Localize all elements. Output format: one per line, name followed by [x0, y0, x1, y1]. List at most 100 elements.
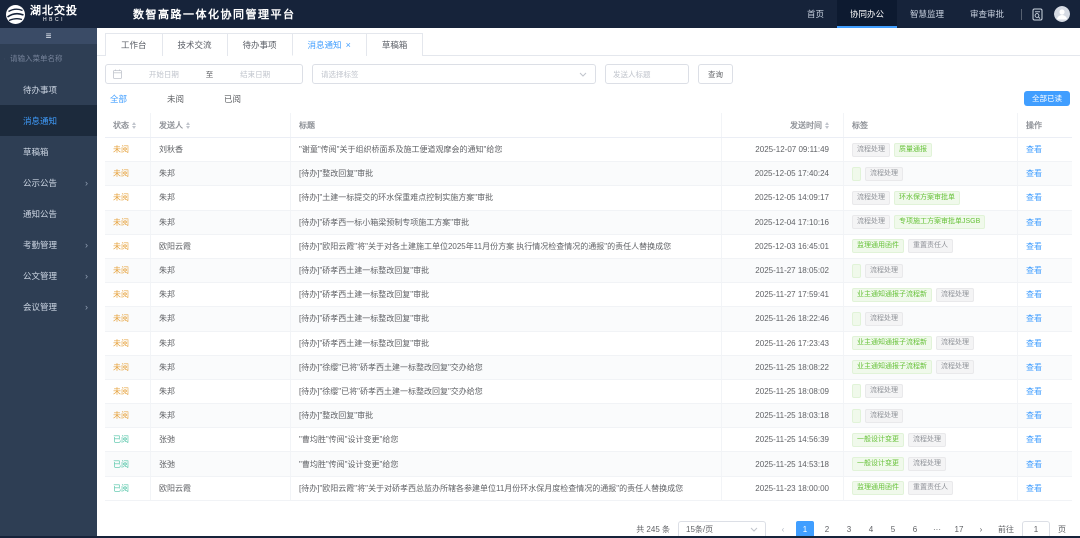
time-cell: 2025-11-26 17:23:43	[722, 332, 844, 355]
action-cell: 查看	[1018, 283, 1072, 306]
action-cell: 查看	[1018, 428, 1072, 451]
action-cell: 查看	[1018, 356, 1072, 379]
view-link[interactable]: 查看	[1026, 459, 1042, 470]
tab-label: 工作台	[121, 39, 147, 51]
nav-item-home[interactable]: 首页	[794, 0, 837, 28]
sidebar-item-notice[interactable]: 通知公告	[0, 198, 97, 229]
view-link[interactable]: 查看	[1026, 241, 1042, 252]
user-avatar[interactable]	[1054, 6, 1070, 22]
close-icon[interactable]: ×	[346, 40, 351, 50]
tab-todo[interactable]: 待办事项	[227, 33, 292, 56]
status-badge: 已阅	[113, 434, 129, 445]
keyword-input[interactable]	[608, 70, 686, 79]
table-row: 未阅朱邦[待办]"硚孝西一标小箱梁预制专项施工方案"审批2025-12-04 1…	[105, 211, 1072, 235]
view-link[interactable]: 查看	[1026, 168, 1042, 179]
view-link[interactable]: 查看	[1026, 483, 1042, 494]
status-badge: 已阅	[113, 483, 129, 494]
sidebar-search-input[interactable]	[8, 53, 92, 64]
status-cell: 未阅	[105, 356, 151, 379]
nav-item-review-approval[interactable]: 审查审批	[957, 0, 1017, 28]
tag-info: 流程处理	[865, 384, 903, 398]
view-link[interactable]: 查看	[1026, 289, 1042, 300]
range-separator: 至	[206, 69, 214, 80]
title-cell: [待办]"硚孝西土建一标整改回复"审批	[291, 259, 722, 282]
tags-cell: 流程处理	[844, 259, 1018, 282]
nav-item-smart-supervision[interactable]: 智慧监理	[897, 0, 957, 28]
view-link[interactable]: 查看	[1026, 144, 1042, 155]
sidebar-item-public-notice[interactable]: 公示公告›	[0, 167, 97, 198]
title-cell: [待办]"欧阳云霞"将"关于对各土建施工单位2025年11月份方案 执行情况检查…	[291, 235, 722, 258]
status-badge: 未阅	[113, 144, 129, 155]
sort-icon[interactable]	[186, 122, 190, 129]
tab-tech-exchange[interactable]: 技术交流	[162, 33, 227, 56]
table-row: 已阅张弛"曹均胜"传阅"设计变更"给您2025-11-25 14:53:18一般…	[105, 452, 1072, 476]
tag-success: 一般设计变更	[852, 433, 904, 447]
sidebar-item-official-doc[interactable]: 公文管理›	[0, 260, 97, 291]
goto-label: 前往	[998, 524, 1014, 535]
tags-cell: 监理通用函件重置责任人	[844, 235, 1018, 258]
tab-label: 待办事项	[243, 39, 277, 51]
time-cell: 2025-11-27 17:59:41	[722, 283, 844, 306]
action-cell: 查看	[1018, 307, 1072, 330]
title-cell: [待办]"土建一标提交的环水保重难点控制实施方案"审批	[291, 186, 722, 209]
view-tab-all[interactable]: 全部	[110, 93, 127, 105]
sidebar-item-meeting[interactable]: 会议管理›	[0, 291, 97, 322]
column-header-0[interactable]: 状态	[105, 113, 151, 137]
view-link[interactable]: 查看	[1026, 265, 1042, 276]
view-link[interactable]: 查看	[1026, 386, 1042, 397]
view-link[interactable]: 查看	[1026, 338, 1042, 349]
tag-success: 环水保方案审批单	[894, 191, 960, 205]
tag-select[interactable]: 请选择标签	[312, 64, 596, 84]
tag-info: 流程处理	[908, 433, 946, 447]
tag-success: 监理通用函件	[852, 481, 904, 495]
sidebar-item-todo[interactable]: 待办事项	[0, 74, 97, 105]
column-header-1[interactable]: 发送人	[151, 113, 291, 137]
sender-cell: 朱邦	[151, 186, 291, 209]
tag-info: 流程处理	[852, 191, 890, 205]
title-cell: [待办]"硚孝西土建一标整改回复"审批	[291, 283, 722, 306]
sort-icon[interactable]	[825, 122, 829, 129]
tags-cell: 流程处理环水保方案审批单	[844, 186, 1018, 209]
sort-icon[interactable]	[132, 122, 136, 129]
status-cell: 已阅	[105, 452, 151, 475]
view-link[interactable]: 查看	[1026, 434, 1042, 445]
mark-all-read-button[interactable]: 全部已读	[1024, 91, 1070, 106]
tags-cell: 流程处理质量通报	[844, 138, 1018, 161]
view-tab-read[interactable]: 已阅	[224, 93, 241, 105]
tab-messages[interactable]: 消息通知×	[292, 33, 366, 56]
view-link[interactable]: 查看	[1026, 217, 1042, 228]
sender-cell: 朱邦	[151, 332, 291, 355]
sidebar-item-drafts[interactable]: 草稿箱	[0, 136, 97, 167]
date-range-picker[interactable]: 开始日期 至 结束日期	[105, 64, 303, 84]
column-label: 状态	[113, 120, 129, 131]
sidebar-item-label: 考勤管理	[23, 239, 57, 251]
action-cell: 查看	[1018, 380, 1072, 403]
sidebar-collapse-button[interactable]: ≡	[0, 28, 97, 44]
tag-success: 业主通知通报子流程新	[852, 288, 932, 302]
status-badge: 未阅	[113, 168, 129, 179]
view-link[interactable]: 查看	[1026, 313, 1042, 324]
status-cell: 已阅	[105, 477, 151, 500]
sidebar-item-messages[interactable]: 消息通知	[0, 105, 97, 136]
search-button[interactable]: 查询	[698, 64, 733, 84]
view-link[interactable]: 查看	[1026, 192, 1042, 203]
view-link[interactable]: 查看	[1026, 362, 1042, 373]
action-cell: 查看	[1018, 452, 1072, 475]
time-cell: 2025-11-25 18:03:18	[722, 404, 844, 427]
status-cell: 未阅	[105, 404, 151, 427]
tab-workbench[interactable]: 工作台	[105, 33, 162, 56]
status-cell: 未阅	[105, 332, 151, 355]
sidebar-item-attendance[interactable]: 考勤管理›	[0, 229, 97, 260]
tab-drafts[interactable]: 草稿箱	[366, 33, 424, 56]
app-body: ≡ 待办事项消息通知草稿箱公示公告›通知公告考勤管理›公文管理›会议管理› 工作…	[0, 28, 1080, 536]
tag-info: 流程处理	[936, 360, 974, 374]
contacts-search-icon[interactable]	[1031, 8, 1044, 21]
sidebar-search[interactable]	[0, 44, 97, 69]
column-header-3[interactable]: 发送时间	[722, 113, 844, 137]
status-badge: 未阅	[113, 241, 129, 252]
tags-cell: 流程处理	[844, 307, 1018, 330]
view-tab-unread[interactable]: 未阅	[167, 93, 184, 105]
view-link[interactable]: 查看	[1026, 410, 1042, 421]
nav-item-collab-office[interactable]: 协同办公	[837, 0, 897, 28]
tags-cell: 流程处理	[844, 380, 1018, 403]
